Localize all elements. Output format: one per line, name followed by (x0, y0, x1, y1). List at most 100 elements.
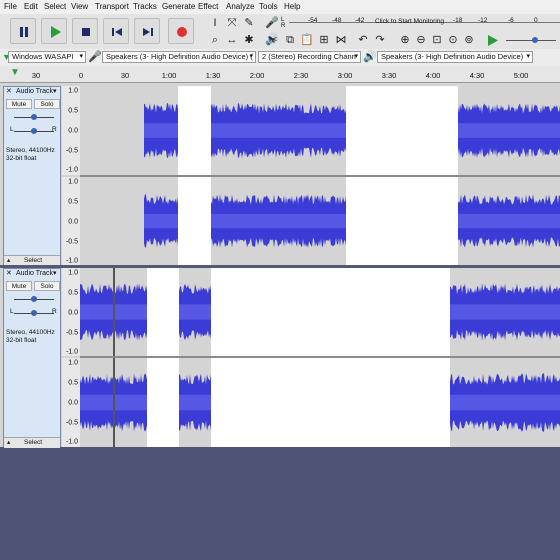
scale-label: -0.5 (65, 238, 78, 246)
meter-tick: -6 (508, 17, 514, 24)
amplitude-scale: 1.0 0.5 0.0 -0.5 -1.0 (62, 86, 80, 175)
close-track-icon[interactable]: ✕ (6, 269, 12, 279)
gain-slider[interactable] (14, 296, 54, 302)
track-select-bar[interactable]: ▴ Select (4, 437, 60, 448)
menu-analyze[interactable]: Analyze (226, 2, 254, 11)
track-menu-chevron-icon[interactable]: ▾ (53, 87, 57, 97)
waveform-clip-rms (179, 394, 211, 411)
menu-tracks[interactable]: Tracks (133, 2, 157, 11)
menu-transport[interactable]: Transport (95, 2, 129, 11)
recording-device-value: Speakers (3- High Definition Audio Devic… (106, 52, 253, 61)
pan-slider-knob[interactable] (31, 128, 37, 134)
play-icon (51, 26, 61, 38)
redo-icon[interactable]: ↷ (373, 33, 387, 47)
scale-label: -1.0 (65, 257, 78, 265)
zoom-out-icon[interactable]: ⊖ (414, 33, 428, 47)
waveform-clip-rms (144, 213, 178, 229)
undo-icon[interactable]: ↶ (356, 33, 370, 47)
play-button[interactable] (41, 18, 67, 44)
start-monitoring-text[interactable]: Click to Start Monitoring (375, 18, 444, 25)
draw-tool-icon[interactable]: ✎ (242, 16, 256, 30)
envelope-tool-icon[interactable]: ⤧ (225, 16, 239, 30)
recording-device-select[interactable]: Speakers (3- High Definition Audio Devic… (102, 51, 256, 63)
paste-icon[interactable]: 📋 (300, 33, 314, 47)
playback-speed-slider[interactable] (506, 37, 556, 43)
pan-slider-knob[interactable] (31, 310, 37, 316)
track-bit-depth: 32-bit float (6, 337, 37, 344)
scale-label: 0.0 (68, 218, 78, 226)
mute-button[interactable]: Mute (6, 99, 32, 109)
stop-icon (82, 28, 90, 36)
skip-start-button[interactable] (103, 18, 129, 44)
track-name[interactable]: Audio Track (16, 269, 53, 279)
play-at-speed-button[interactable] (487, 35, 498, 48)
meter-tick: -48 (332, 17, 342, 24)
track-name[interactable]: Audio Track (16, 87, 53, 97)
menu-file[interactable]: File (4, 2, 17, 11)
audio-host-select[interactable]: Windows WASAPI ▾ (8, 51, 86, 63)
playback-device-select[interactable]: Speakers (3- High Definition Audio Devic… (377, 51, 533, 63)
scale-label: -1.0 (65, 166, 78, 174)
solo-button[interactable]: Solo (34, 281, 60, 291)
record-icon (177, 27, 187, 37)
track-menu-chevron-icon[interactable]: ▾ (53, 269, 57, 279)
cut-icon[interactable]: ✂ (266, 33, 280, 47)
pause-button[interactable] (10, 18, 36, 44)
multi-tool-icon[interactable]: ✱ (242, 33, 256, 47)
clip-background (80, 177, 144, 265)
pan-slider[interactable] (14, 310, 54, 316)
scale-label: 0.5 (68, 198, 78, 206)
gain-slider[interactable] (14, 114, 54, 120)
skip-end-icon (143, 28, 153, 36)
timeline-tick: 30 (120, 71, 130, 80)
clip-background (147, 268, 179, 356)
timeline-tick: 5:00 (513, 71, 529, 80)
amplitude-scale: 1.0 0.5 0.0 -0.5 -1.0 (62, 358, 80, 447)
skip-end-button[interactable] (134, 18, 160, 44)
copy-icon[interactable]: ⧉ (283, 33, 297, 47)
select-button[interactable]: Select (24, 438, 42, 448)
playhead-marker-icon: ▼ (10, 67, 20, 78)
menu-help[interactable]: Help (284, 2, 300, 11)
zoom-in-icon[interactable]: ⊕ (398, 33, 412, 47)
collapse-icon[interactable]: ▴ (7, 438, 10, 448)
microphone-icon[interactable]: 🎤 (265, 16, 279, 30)
track-header: ✕ Audio Track ▾ (4, 87, 60, 97)
selection-tool-icon[interactable]: I (208, 16, 222, 30)
timeline-tick: 1:30 (205, 71, 221, 80)
fit-project-icon[interactable]: ⊙ (446, 33, 460, 47)
pan-slider[interactable] (14, 128, 54, 134)
waveform-clip-rms (450, 394, 560, 411)
scale-label: 0.0 (68, 309, 78, 317)
record-button[interactable] (168, 18, 194, 44)
track-format: Stereo, 44100Hz (6, 329, 55, 336)
timeshift-tool-icon[interactable]: ↔ (225, 33, 239, 47)
solo-button[interactable]: Solo (34, 99, 60, 109)
trim-icon[interactable]: ⊞ (317, 33, 331, 47)
menu-view[interactable]: View (71, 2, 88, 11)
menu-bar: File Edit Select View Transport Tracks G… (0, 0, 560, 15)
timeline-ruler[interactable]: ▼ 30 0 30 1:00 1:30 2:00 2:30 3:00 3:30 … (0, 66, 560, 83)
waveform-clip-rms (211, 213, 346, 229)
menu-edit[interactable]: Edit (24, 2, 38, 11)
track-format: Stereo, 44100Hz (6, 147, 55, 154)
close-track-icon[interactable]: ✕ (6, 87, 12, 97)
stop-button[interactable] (72, 18, 98, 44)
zoom-toggle-icon[interactable]: ⊚ (462, 33, 476, 47)
menu-effect[interactable]: Effect (198, 2, 218, 11)
clip-background (113, 268, 115, 356)
speed-slider-knob[interactable] (532, 37, 538, 43)
menu-select[interactable]: Select (44, 2, 66, 11)
recording-channels-select[interactable]: 2 (Stereo) Recording Chann ▾ (258, 51, 361, 63)
mute-button[interactable]: Mute (6, 281, 32, 291)
scale-label: -1.0 (65, 348, 78, 356)
gain-slider-knob[interactable] (31, 296, 37, 302)
zoom-tool-icon[interactable]: ⌕ (208, 33, 222, 47)
fit-selection-icon[interactable]: ⊡ (430, 33, 444, 47)
silence-icon[interactable]: ⋈ (334, 33, 348, 47)
gain-slider-knob[interactable] (31, 114, 37, 120)
menu-tools[interactable]: Tools (259, 2, 278, 11)
clip-background (211, 358, 450, 447)
scale-label: 0.5 (68, 289, 78, 297)
menu-generate[interactable]: Generate (162, 2, 195, 11)
